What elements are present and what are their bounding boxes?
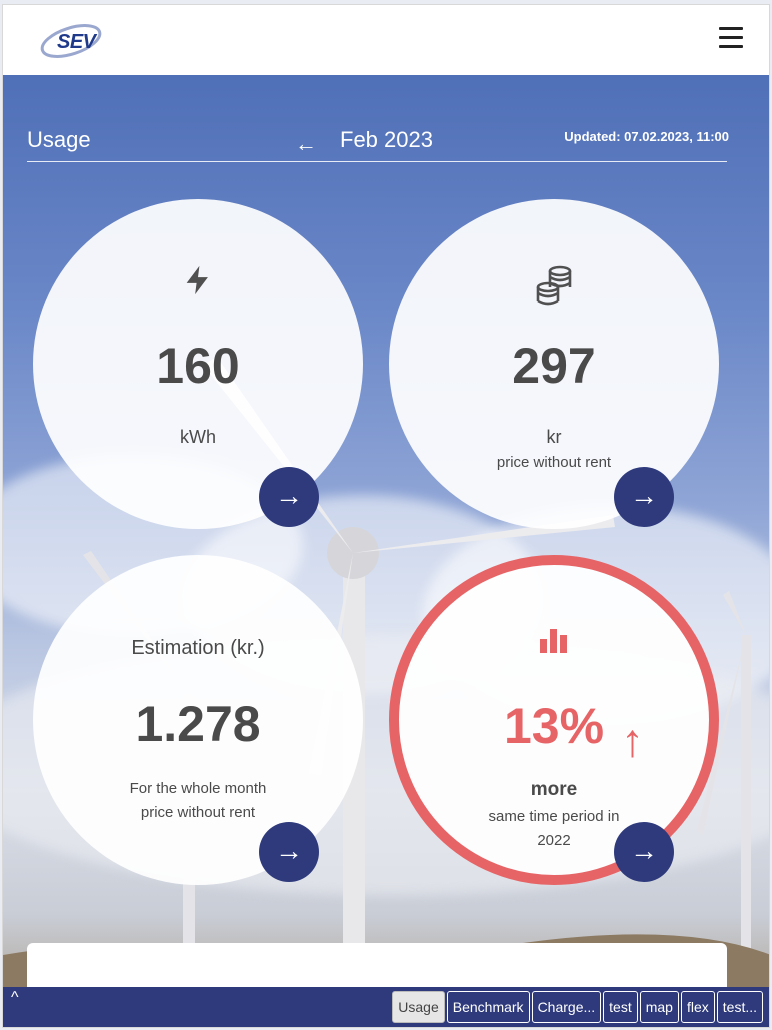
energy-unit: kWh <box>180 427 216 447</box>
header-divider <box>27 161 727 162</box>
estimation-title: Estimation (kr.) <box>131 637 265 659</box>
estimation-note-2: price without rent <box>140 804 256 821</box>
tab-charge[interactable]: Charge... <box>531 991 602 1023</box>
tab-flex[interactable]: flex <box>680 991 715 1023</box>
energy-value: 160 <box>156 338 240 394</box>
coins-icon <box>389 263 719 316</box>
tab-usage[interactable]: Usage <box>392 991 445 1023</box>
comparison-details-button[interactable]: → <box>614 822 674 882</box>
price-circle: 297 kr price without rent <box>389 199 719 529</box>
tab-test[interactable]: test <box>603 991 638 1023</box>
previous-month-arrow-icon[interactable]: ← <box>295 131 317 157</box>
app-window: SEV Usage ← Feb 2023 Updated: 07.02.2023… <box>2 4 770 1028</box>
price-note: price without rent <box>496 454 612 471</box>
price-value: 297 <box>512 338 596 394</box>
wind-turbine-background: Usage ← Feb 2023 Updated: 07.02.2023, 11… <box>3 75 769 1027</box>
trend-up-arrow-icon: ↑ <box>621 714 644 766</box>
logo-text: SEV <box>57 31 96 53</box>
comparison-note-1: same time period in <box>488 808 620 825</box>
price-details-button[interactable]: → <box>614 467 674 527</box>
turbine-illustration <box>3 357 769 1027</box>
updated-timestamp: Updated: 07.02.2023, 11:00 <box>564 129 729 144</box>
current-month: Feb 2023 <box>340 127 433 152</box>
usage-title: Usage <box>27 127 91 152</box>
comparison-value: 13% <box>503 698 605 754</box>
bar-chart-icon <box>399 625 709 664</box>
chevron-up-icon[interactable]: ^ <box>11 989 19 1007</box>
bolt-icon <box>33 263 363 306</box>
top-bar: SEV <box>3 5 769 75</box>
estimation-details-button[interactable]: → <box>259 822 319 882</box>
price-unit: kr <box>546 427 562 447</box>
estimation-note-1: For the whole month <box>129 780 267 797</box>
tab-benchmark[interactable]: Benchmark <box>446 991 530 1023</box>
estimation-value: 1.278 <box>135 696 261 752</box>
tab-map[interactable]: map <box>639 991 679 1023</box>
sev-logo[interactable]: SEV <box>39 19 109 61</box>
tab-test-more[interactable]: test... <box>716 991 763 1023</box>
energy-details-button[interactable]: → <box>259 467 319 527</box>
tab-bar: ^ Usage Benchmark Charge... test map fle… <box>3 987 769 1027</box>
hamburger-menu-icon[interactable] <box>719 27 743 49</box>
comparison-label: more <box>530 779 578 800</box>
tab-list: Usage Benchmark Charge... test map flex … <box>392 991 763 1023</box>
